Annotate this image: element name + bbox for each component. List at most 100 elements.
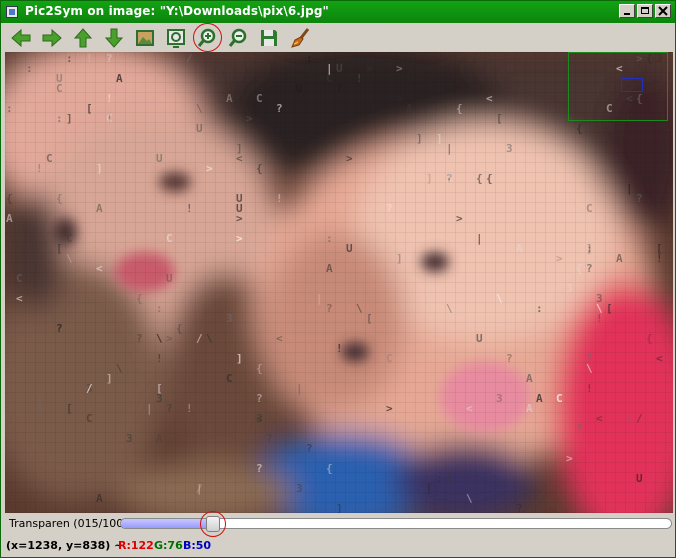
mosaic-glyph: ?	[586, 262, 593, 275]
mosaic-glyph: <	[596, 412, 603, 425]
mosaic-glyph: [	[366, 312, 373, 325]
mosaic-glyph: {	[56, 192, 63, 205]
mosaic-glyph: C	[586, 202, 593, 215]
mosaic-glyph: A	[406, 102, 413, 115]
title-bar[interactable]: Pic2Sym on image: "Y:\Downloads\pix\6.jp…	[1, 1, 675, 23]
mosaic-glyph: <	[256, 412, 263, 425]
minimize-button[interactable]	[619, 4, 635, 18]
mosaic-glyph: <	[276, 332, 283, 345]
mosaic-glyph: U	[636, 472, 643, 485]
mosaic-glyph: :	[306, 52, 313, 65]
mosaic-glyph: >	[566, 452, 573, 465]
transparency-track[interactable]	[120, 518, 672, 529]
mosaic-glyph: !	[106, 92, 113, 105]
mosaic-glyph: C	[86, 412, 93, 425]
tool-brush-button[interactable]	[288, 26, 312, 50]
mosaic-glyph: !	[356, 72, 363, 85]
mosaic-glyph: A	[226, 92, 233, 105]
mosaic-glyph: !	[36, 162, 43, 175]
tool-up-button[interactable]	[71, 26, 95, 50]
tool-zoom-fit-button[interactable]	[164, 26, 188, 50]
mosaic-glyph: {	[136, 292, 143, 305]
mosaic-glyph: C	[226, 372, 233, 385]
mosaic-glyph: \	[356, 302, 363, 315]
mosaic-glyph: [	[66, 402, 73, 415]
mosaic-glyph: /	[196, 332, 203, 345]
mosaic-glyph: ]	[96, 162, 103, 175]
tool-down-button[interactable]	[102, 26, 126, 50]
zoom-in-icon	[197, 28, 216, 47]
tool-previous-button[interactable]	[9, 26, 33, 50]
mosaic-glyph: ?	[106, 52, 113, 65]
mosaic-glyph: \	[156, 332, 163, 345]
symbol-mosaic-image: ??!!A3?:>??U?>[U>{A!C]A<C<?:|]C]U{:[U?!<…	[5, 52, 673, 513]
mosaic-glyph: >	[246, 112, 253, 125]
arrow-left-icon	[11, 28, 31, 48]
status-green-value: G:76	[154, 539, 183, 552]
tool-zoom-in-button[interactable]	[195, 26, 219, 50]
mosaic-glyph: ]	[336, 502, 343, 513]
mosaic-glyph: {	[456, 102, 463, 115]
mosaic-glyph: \	[116, 362, 123, 375]
save-icon	[261, 30, 277, 46]
close-button[interactable]	[655, 4, 671, 18]
app-window: Pic2Sym on image: "Y:\Downloads\pix\6.jp…	[0, 0, 676, 558]
mosaic-glyph: ]	[586, 242, 593, 255]
mosaic-glyph: \	[206, 332, 213, 345]
mosaic-glyph: <	[16, 292, 23, 305]
mosaic-glyph: ?	[166, 402, 173, 415]
mosaic-glyph: :	[536, 302, 543, 315]
mosaic-glyph: ]	[436, 132, 443, 145]
toolbar	[1, 23, 675, 53]
tool-next-button[interactable]	[40, 26, 64, 50]
tool-save-button[interactable]	[257, 26, 281, 50]
mosaic-glyph: >	[166, 332, 173, 345]
mosaic-glyph: ]	[66, 112, 73, 125]
mosaic-glyph: A	[96, 492, 103, 505]
tool-image-button[interactable]	[133, 26, 157, 50]
mosaic-glyph: C	[106, 112, 113, 125]
mosaic-glyph: ?	[576, 422, 583, 435]
mosaic-glyph: ?	[136, 332, 143, 345]
mosaic-glyph: <	[466, 402, 473, 415]
mosaic-glyph: !	[276, 192, 283, 205]
mosaic-glyph: 3	[596, 292, 603, 305]
mosaic-glyph: ]	[236, 352, 243, 365]
overview-thumbnail[interactable]	[568, 52, 668, 121]
mosaic-glyph: C	[386, 352, 393, 365]
mosaic-glyph: C	[66, 232, 73, 245]
mosaic-glyph: ?	[256, 462, 263, 475]
mosaic-glyph: !	[86, 52, 93, 65]
tool-zoom-out-button[interactable]	[226, 26, 250, 50]
mosaic-glyph: [	[426, 482, 433, 495]
maximize-button[interactable]	[637, 4, 653, 18]
mosaic-glyph: U	[196, 122, 203, 135]
mosaic-glyph: ?	[266, 432, 273, 445]
status-coordinates: (x=1238, y=838) ~	[6, 539, 124, 552]
mosaic-glyph: 3	[226, 312, 233, 325]
mosaic-glyph: ?	[276, 102, 283, 115]
mosaic-glyph: A	[96, 202, 103, 215]
mosaic-glyph: {	[256, 362, 263, 375]
mosaic-glyph: >	[396, 92, 403, 105]
mosaic-glyph: A	[326, 262, 333, 275]
mosaic-glyph: ?	[336, 82, 343, 95]
transparency-fill	[121, 519, 211, 528]
mosaic-glyph: !	[186, 202, 193, 215]
mosaic-glyph: U	[476, 332, 483, 345]
mosaic-glyph: ?	[256, 392, 263, 405]
mosaic-glyph: C	[46, 152, 53, 165]
mosaic-glyph: <	[656, 352, 663, 365]
image-viewer[interactable]: ??!! A 3?: >?? U? >[U >{A! C] A < C <?: |] C] U{:[U?! <…	[5, 52, 673, 513]
mosaic-glyph: >	[396, 62, 403, 75]
mosaic-glyph: |	[316, 292, 323, 305]
mosaic-glyph: A	[526, 372, 533, 385]
mosaic-glyph: A	[536, 392, 543, 405]
mosaic-glyph: /	[186, 52, 193, 65]
mosaic-glyph: :	[436, 82, 443, 95]
transparency-slider-thumb[interactable]	[206, 516, 220, 532]
overview-viewport-rect[interactable]	[621, 78, 643, 92]
mosaic-glyph: ?	[506, 352, 513, 365]
mosaic-glyph: ?	[516, 502, 523, 513]
mosaic-glyph: !	[336, 342, 343, 355]
